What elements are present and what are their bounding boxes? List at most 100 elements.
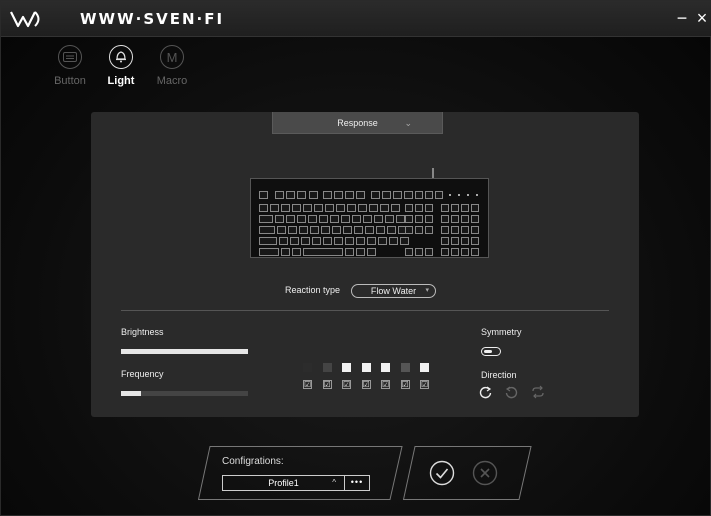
key xyxy=(405,215,413,223)
key xyxy=(451,237,459,245)
frequency-slider-fill xyxy=(121,391,142,396)
led-indicator xyxy=(458,194,460,196)
color-checkbox[interactable]: ☑ xyxy=(361,380,371,389)
key xyxy=(323,237,332,245)
color-checkbox[interactable]: ☑ xyxy=(303,380,312,389)
key xyxy=(319,215,328,223)
key xyxy=(310,226,319,234)
key xyxy=(415,215,423,223)
key xyxy=(330,215,339,223)
key xyxy=(259,237,277,245)
profile-select[interactable]: Profile1 ^ xyxy=(222,475,345,491)
tab-button[interactable]: Button xyxy=(48,45,92,87)
key xyxy=(286,191,296,199)
key xyxy=(471,248,479,256)
color-swatch[interactable] xyxy=(342,363,351,372)
title-bar: WWW·SVEN·FI − × xyxy=(1,1,711,37)
color-swatch[interactable] xyxy=(361,363,371,372)
key xyxy=(425,226,433,234)
key xyxy=(415,191,423,199)
color-checkbox[interactable]: ☑ xyxy=(342,380,351,389)
key xyxy=(461,226,469,234)
color-swatch[interactable] xyxy=(400,363,410,372)
minimize-button[interactable]: − xyxy=(673,7,691,29)
key xyxy=(259,204,268,212)
key xyxy=(343,226,352,234)
reaction-type-select[interactable]: Flow Water ▾ xyxy=(351,284,436,298)
key xyxy=(297,191,307,199)
brand-title: WWW·SVEN·FI xyxy=(80,10,225,28)
key xyxy=(354,226,363,234)
key xyxy=(471,226,479,234)
color-checkbox[interactable]: ☑ xyxy=(381,380,390,389)
key xyxy=(303,204,312,212)
repeat-icon[interactable] xyxy=(531,385,545,399)
color-swatch[interactable] xyxy=(381,363,390,372)
key xyxy=(277,226,286,234)
app-window: WWW·SVEN·FI − × Button Light M Macro Res… xyxy=(0,0,711,516)
key xyxy=(441,226,449,234)
key xyxy=(259,191,268,199)
key xyxy=(275,191,284,199)
key xyxy=(404,191,414,199)
key xyxy=(345,191,355,199)
profile-value: Profile1 xyxy=(268,478,299,488)
key xyxy=(415,248,423,256)
key xyxy=(345,248,354,256)
key xyxy=(275,215,284,223)
key xyxy=(471,215,479,223)
color-swatch[interactable] xyxy=(322,363,332,372)
key xyxy=(435,191,443,199)
led-indicator xyxy=(467,194,469,196)
key xyxy=(334,191,343,199)
tab-light[interactable]: Light xyxy=(99,45,143,87)
cancel-icon[interactable] xyxy=(472,460,498,486)
key xyxy=(441,237,449,245)
effect-dropdown[interactable]: Response ⌄ xyxy=(272,112,443,134)
key xyxy=(356,237,365,245)
close-button[interactable]: × xyxy=(693,7,711,29)
key xyxy=(381,191,391,199)
key xyxy=(270,204,279,212)
key xyxy=(345,237,354,245)
key xyxy=(279,237,288,245)
chevron-down-icon: ▾ xyxy=(425,287,429,294)
color-checkbox[interactable]: ☑ xyxy=(420,380,429,389)
check-icon[interactable] xyxy=(429,460,455,486)
key xyxy=(367,248,376,256)
symmetry-toggle[interactable] xyxy=(481,347,501,356)
key xyxy=(389,237,398,245)
key xyxy=(425,248,433,256)
tab-button-label: Button xyxy=(54,75,86,87)
tab-macro[interactable]: M Macro xyxy=(150,45,194,87)
color-swatch[interactable] xyxy=(303,363,312,372)
rotate-cw-icon[interactable] xyxy=(479,385,493,399)
divider xyxy=(121,310,609,311)
color-swatch[interactable] xyxy=(420,363,429,372)
key xyxy=(451,215,459,223)
key xyxy=(425,215,433,223)
color-checkbox[interactable]: ☑ xyxy=(400,380,410,389)
key xyxy=(391,204,400,212)
toggle-knob xyxy=(484,349,492,353)
rotate-ccw-icon[interactable] xyxy=(504,385,518,399)
profile-more-button[interactable]: ••• xyxy=(344,475,370,491)
key xyxy=(376,226,385,234)
frequency-slider[interactable] xyxy=(121,391,248,396)
key xyxy=(288,226,297,234)
key xyxy=(281,248,290,256)
keyboard-icon xyxy=(58,45,82,69)
key xyxy=(290,237,299,245)
key xyxy=(393,191,402,199)
key xyxy=(347,204,356,212)
key xyxy=(358,204,367,212)
key xyxy=(325,204,334,212)
color-checkbox[interactable]: ☑ xyxy=(322,380,332,389)
brightness-slider[interactable] xyxy=(121,349,248,354)
key xyxy=(405,226,413,234)
key xyxy=(301,237,310,245)
key xyxy=(308,215,317,223)
key xyxy=(405,248,413,256)
key xyxy=(341,215,350,223)
sven-logo-icon xyxy=(10,11,40,28)
